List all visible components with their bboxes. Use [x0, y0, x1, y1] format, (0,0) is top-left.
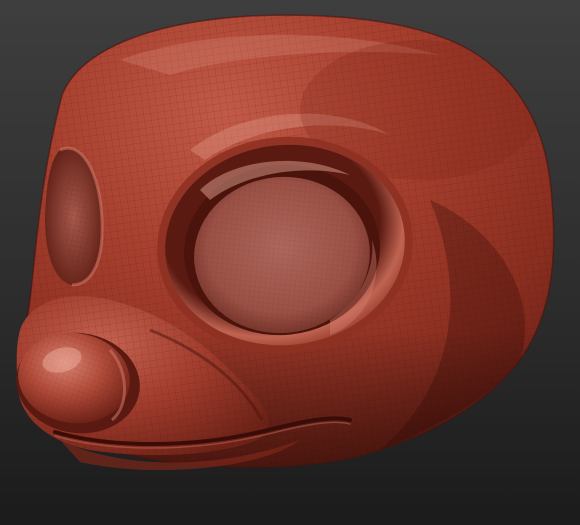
sculpt-render — [0, 0, 580, 525]
zbrush-viewport-canvas[interactable] — [0, 0, 580, 525]
